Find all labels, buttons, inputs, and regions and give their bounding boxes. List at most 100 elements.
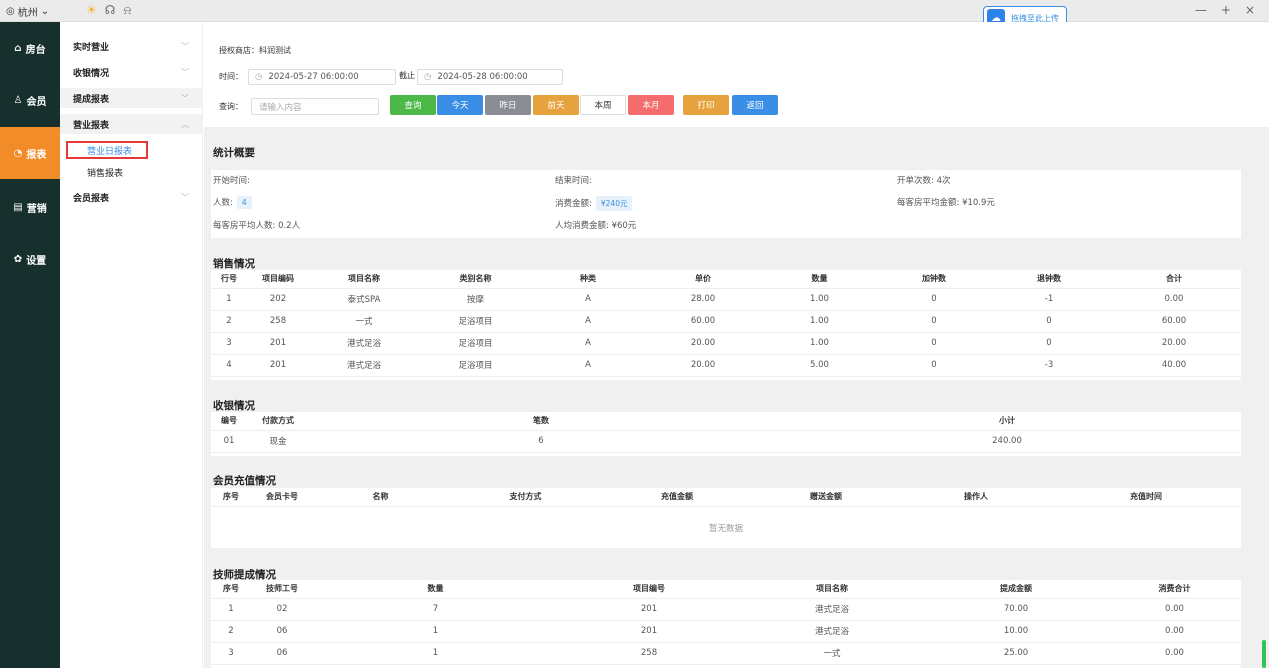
sun-icon[interactable]: ☀ [86, 3, 97, 18]
sales-title: 销售情况 [213, 258, 255, 270]
table-cell: 7 [313, 598, 558, 621]
chevron-down-icon: ⌄ [40, 6, 50, 17]
table-cell: 0 [877, 288, 991, 311]
table-row: 4 201 港式足浴 足浴项目 A 20.00 5.00 0 -3 40.00 [211, 354, 1241, 377]
table-cell: -1 [991, 288, 1107, 311]
start-time: 开始时间: [213, 176, 250, 186]
submenu-member-report[interactable]: 会员报表 ﹀ [60, 187, 203, 207]
column-header: 技师工号 [251, 580, 313, 599]
table-cell: 0 [877, 310, 991, 333]
cashier-table: 编号 付款方式 笔数 小计 01 现金 6 240.00 [211, 412, 1241, 456]
gear-icon: ✿ [13, 253, 23, 265]
table-cell: 25.00 [924, 642, 1108, 665]
table-cell: 10.00 [924, 620, 1108, 643]
end-date-picker[interactable]: ◷ 2024-05-28 06:00:00 [417, 69, 563, 85]
column-header: 项目名称 [740, 580, 924, 599]
nav-item-reports[interactable]: ◔ 报表 [0, 127, 60, 179]
city-selector[interactable]: ◎ 杭州 ⌄ [6, 4, 49, 19]
chart-icon: ◔ [13, 147, 23, 159]
table-cell: 足浴项目 [419, 310, 532, 333]
table-header-row: 编号 付款方式 笔数 小计 [211, 412, 1241, 431]
query-button[interactable]: 查询 [390, 95, 436, 115]
nav-item-members[interactable]: ♙ 会员 [0, 89, 60, 111]
table-cell: 0.00 [1108, 642, 1241, 665]
nav-item-settings[interactable]: ✿ 设置 [0, 248, 60, 270]
clock-icon: ◷ [424, 72, 432, 82]
submenu-business[interactable]: 营业报表 ︿ [60, 114, 203, 134]
column-header: 消费合计 [1108, 580, 1241, 599]
table-cell: 2 [211, 310, 247, 333]
bell-icon[interactable]: ⍾ [123, 3, 131, 18]
open-count: 开单次数: 4次 [897, 176, 951, 186]
table-cell: A [532, 354, 644, 377]
table-cell: 现金 [247, 430, 309, 453]
table-cell: 2 [211, 620, 251, 643]
table-cell: 5.00 [762, 354, 877, 377]
table-cell: 1 [313, 620, 558, 643]
filter-panel: 授权商店：科润测试 时间： ◷ 2024-05-27 06:00:00 截止 ◷ 2… [204, 22, 1269, 127]
room-avg-people: 每客房平均人数: 0.2人 [213, 221, 301, 231]
this-week-button[interactable]: 本周 [580, 95, 626, 115]
close-button[interactable]: × [1245, 3, 1255, 17]
cashier-title: 收银情况 [213, 400, 255, 412]
column-header: 类别名称 [419, 270, 532, 289]
table-cell: 0.00 [1108, 598, 1241, 621]
submenu-sales-report[interactable]: 销售报表 [60, 162, 203, 182]
column-header: 小计 [773, 412, 1241, 431]
table-cell: 01 [211, 430, 247, 453]
table-cell: 足浴项目 [419, 354, 532, 377]
report-submenu: 实时营业 ﹀ 收银情况 ﹀ 提成报表 ﹀ 营业报表 ︿ 销售报表 会员报表 ﹀ [60, 22, 203, 668]
print-button[interactable]: 打印 [683, 95, 729, 115]
this-month-button[interactable]: 本月 [628, 95, 674, 115]
column-header: 合计 [1107, 270, 1241, 289]
table-cell: 201 [558, 598, 740, 621]
nav-item-marketing[interactable]: ▤ 营销 [0, 196, 60, 218]
table-cell: 06 [251, 620, 313, 643]
back-button[interactable]: 返回 [732, 95, 778, 115]
summary-title: 统计概要 [213, 147, 255, 159]
submenu-daily-report[interactable]: 营业日报表 [66, 141, 148, 159]
minimize-button[interactable]: — [1195, 3, 1207, 17]
to-label: 截止 [399, 71, 415, 80]
table-row: 01 现金 6 240.00 [211, 430, 1241, 453]
table-cell: 0 [991, 310, 1107, 333]
table-cell: 足浴项目 [419, 332, 532, 355]
table-cell: 0 [877, 354, 991, 377]
yesterday-button[interactable]: 昨日 [485, 95, 531, 115]
table-cell: 06 [251, 642, 313, 665]
tech-commission-table: 序号 技师工号 数量 项目编号 项目名称 提成金额 消费合计 1 02 7 201 港式足浴 70.0… [211, 580, 1241, 668]
submenu-cashier[interactable]: 收银情况 ﹀ [60, 62, 203, 82]
nav-item-rooms[interactable]: ⌂ 房台 [0, 37, 60, 59]
chevron-up-icon: ︿ [181, 119, 189, 129]
table-cell: 1.00 [762, 310, 877, 333]
table-cell: 201 [247, 354, 309, 377]
table-cell: 港式足浴 [309, 354, 419, 377]
end-time: 结束时间: [555, 176, 592, 186]
headset-icon[interactable]: ☊ [105, 3, 116, 18]
today-button[interactable]: 今天 [437, 95, 483, 115]
spend-amount: 消费金额: ¥240元 [555, 196, 633, 211]
table-cell: 泰式SPA [309, 288, 419, 311]
start-date-picker[interactable]: ◷ 2024-05-27 06:00:00 [248, 69, 396, 85]
submenu-commission[interactable]: 提成报表 ﹀ [60, 88, 203, 108]
table-cell: 70.00 [924, 598, 1108, 621]
table-cell: 60.00 [644, 310, 762, 333]
table-cell: 202 [247, 288, 309, 311]
table-cell: 一式 [309, 310, 419, 333]
table-cell: 0 [877, 332, 991, 355]
table-cell: 20.00 [644, 332, 762, 355]
title-bar: ◎ 杭州 ⌄ ☀ ☊ ⍾ — + × [0, 0, 1269, 22]
column-header: 数量 [762, 270, 877, 289]
main-content: 授权商店：科润测试 时间： ◷ 2024-05-27 06:00:00 截止 ◷ 2… [204, 22, 1269, 668]
people-count: 人数: 4 [213, 196, 252, 209]
submenu-realtime[interactable]: 实时营业 ﹀ [60, 36, 203, 56]
column-header: 提成金额 [924, 580, 1108, 599]
scrollbar[interactable] [1262, 640, 1266, 668]
table-cell: 0.00 [1108, 620, 1241, 643]
maximize-button[interactable]: + [1221, 3, 1231, 17]
table-row: 2 06 1 201 港式足浴 10.00 0.00 [211, 620, 1241, 643]
day-before-button[interactable]: 前天 [533, 95, 579, 115]
sales-table: 行号 项目编码 项目名称 类别名称 种类 单价 数量 加钟数 退钟数 合计 1 202 泰式SPA 按摩… [211, 270, 1241, 380]
table-cell: 港式足浴 [309, 332, 419, 355]
search-input[interactable]: 请输入内容 [251, 98, 379, 115]
